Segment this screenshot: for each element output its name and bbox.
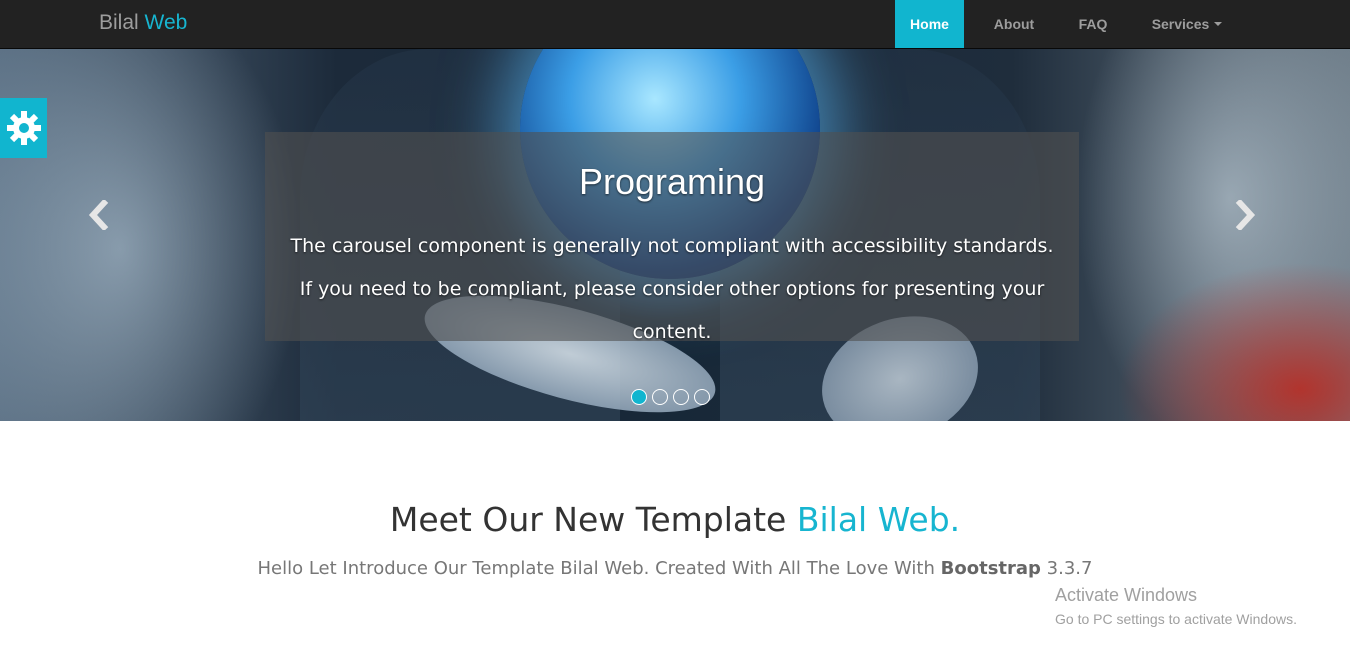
- nav-item-about[interactable]: About: [964, 0, 1064, 48]
- hero-carousel: Programing The carousel component is gen…: [0, 49, 1350, 421]
- brand-logo[interactable]: Bilal Web: [99, 11, 187, 35]
- navbar: Bilal Web Home About FAQ Services: [0, 0, 1350, 49]
- section-subline: Hello Let Introduce Our Template Bilal W…: [0, 558, 1350, 579]
- carousel-caption-title: Programing: [578, 161, 766, 202]
- nav-item-services-dropdown[interactable]: Services: [1122, 0, 1252, 48]
- settings-toggle-button[interactable]: [0, 98, 47, 158]
- brand-accent-text: Web: [144, 11, 188, 34]
- chevron-right-icon: [1235, 200, 1256, 230]
- caret-down-icon: [1214, 22, 1223, 26]
- carousel-next-button[interactable]: [1226, 195, 1266, 235]
- nav-item-faq[interactable]: FAQ: [1064, 0, 1122, 48]
- headline-text: Meet Our New Template: [389, 500, 787, 539]
- nav-menu: Home About FAQ Services: [895, 0, 1252, 48]
- carousel-caption-text: The carousel component is generally not …: [290, 235, 1054, 343]
- windows-activation-subtitle: Go to PC settings to activate Windows.: [1055, 611, 1297, 627]
- nav-item-faq-label: FAQ: [1078, 16, 1108, 32]
- carousel-indicators: [631, 389, 710, 405]
- nav-item-services-label: Services: [1151, 16, 1210, 32]
- carousel-indicator-4[interactable]: [694, 389, 710, 405]
- nav-item-about-label: About: [993, 16, 1035, 32]
- carousel-indicator-1[interactable]: [631, 389, 647, 405]
- brand-main-text: Bilal: [99, 11, 139, 34]
- section-headline: Meet Our New Template Bilal Web.: [0, 500, 1350, 539]
- carousel-indicator-2[interactable]: [652, 389, 668, 405]
- chevron-left-icon: [88, 200, 109, 230]
- carousel-caption: Programing The carousel component is gen…: [265, 132, 1079, 343]
- nav-item-home[interactable]: Home: [895, 0, 964, 48]
- gear-icon: [6, 111, 41, 145]
- subline-prefix: Hello Let Introduce Our Template Bilal W…: [257, 558, 935, 579]
- carousel-indicator-3[interactable]: [673, 389, 689, 405]
- carousel-prev-button[interactable]: [78, 195, 118, 235]
- headline-accent: Bilal Web.: [796, 500, 961, 539]
- nav-item-home-label: Home: [910, 16, 949, 32]
- subline-bold: Bootstrap: [940, 558, 1041, 579]
- subline-suffix: 3.3.7: [1046, 558, 1093, 579]
- windows-activation-title: Activate Windows: [1055, 585, 1198, 605]
